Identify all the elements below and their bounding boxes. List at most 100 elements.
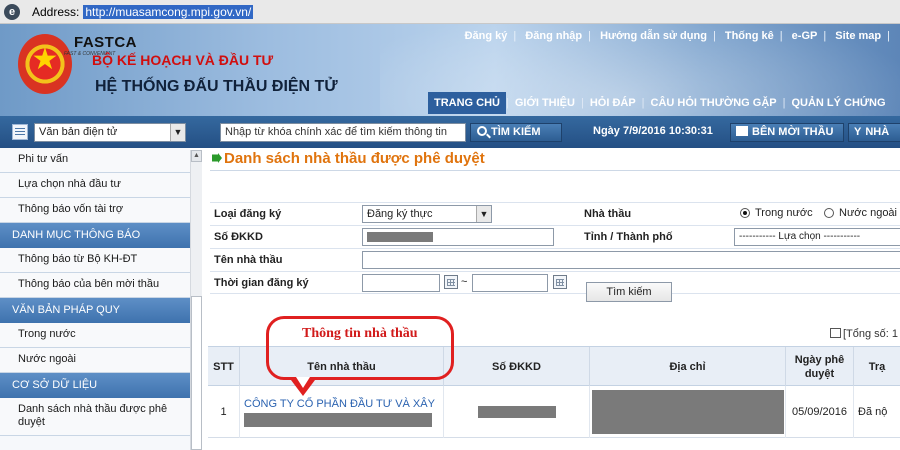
link-statistics[interactable]: Thống kê: [725, 30, 774, 42]
sidebar-item-funding-notice[interactable]: Thông báo vốn tài trợ: [0, 198, 190, 223]
title-divider: [210, 170, 900, 171]
link-guide[interactable]: Hướng dẫn sử dụng: [600, 30, 707, 42]
arrow-right-icon: [212, 153, 222, 163]
date-to-input[interactable]: [472, 274, 548, 292]
link-sitemap[interactable]: Site map: [835, 30, 881, 42]
province-select[interactable]: ----------- Lựa chọn -----------: [734, 228, 900, 246]
bid-inviter-label: BÊN MỜI THẦU: [752, 126, 834, 138]
callout-highlight: [266, 316, 454, 380]
chevron-down-icon[interactable]: ▼: [476, 206, 491, 222]
chevron-down-icon[interactable]: ▼: [170, 124, 185, 141]
sidebar-section-notices: DANH MỤC THÔNG BÁO: [0, 223, 190, 248]
address-bar: e Address: http://muasamcong.mpi.gov.vn/: [0, 0, 900, 24]
page-title-text: Danh sách nhà thầu được phê duyệt: [224, 150, 485, 167]
bid-inviter-button[interactable]: BÊN MỜI THẦU: [730, 123, 844, 142]
sidebar-item-investor-selection[interactable]: Lựa chọn nhà đầu tư: [0, 173, 190, 198]
link-egp[interactable]: e-GP: [792, 30, 818, 42]
contractor-button-label: NHÀ: [865, 126, 890, 138]
redacted-block: [477, 406, 556, 418]
link-login[interactable]: Đăng nhập: [525, 30, 582, 42]
top-links: Đăng ký | Đăng nhập | Hướng dẫn sử dụng | T…: [461, 30, 892, 42]
business-id-label: Số ĐKKD: [214, 231, 263, 243]
sidebar-item-approved-contractors[interactable]: Danh sách nhà thầu được phê duyệt: [0, 398, 190, 436]
calendar-icon[interactable]: [444, 275, 458, 289]
document-type-select[interactable]: Văn bản điện tử ▼: [34, 123, 186, 142]
toolbar: Văn bản điện tử ▼ Nhập từ khóa chính xác…: [0, 116, 900, 148]
reg-type-value: Đăng ký thực: [367, 208, 433, 220]
date-from-input[interactable]: [362, 274, 440, 292]
book-icon: [736, 126, 748, 136]
radio-foreign-label: Nước ngoài: [839, 207, 897, 219]
col-status: Trạ: [868, 361, 886, 373]
range-separator: ~: [461, 276, 468, 288]
sidebar-section-database: CƠ SỞ DỮ LIỆU: [0, 373, 190, 398]
total-count: [Tổng số: 1: [830, 328, 898, 340]
search-form: Loại đăng ký Đăng ký thực ▼ Nhà thầu Tro…: [210, 202, 900, 294]
cell-status: Đã nộ: [858, 406, 888, 418]
print-icon[interactable]: [830, 328, 841, 338]
nav-about[interactable]: GIỚI THIỆU: [509, 92, 581, 114]
contractor-name-input[interactable]: [362, 251, 900, 269]
address-label: Address:: [32, 4, 80, 19]
filter-icon: Y: [854, 126, 862, 138]
contractor-link[interactable]: CÔNG TY CỔ PHẦN ĐẦU TƯ VÀ XÂY: [244, 398, 435, 410]
current-datetime: Ngày 7/9/2016 10:30:31: [593, 125, 713, 137]
separator: |: [887, 30, 890, 42]
business-id-input[interactable]: [362, 228, 554, 246]
reg-type-select[interactable]: Đăng ký thực ▼: [362, 205, 492, 223]
fastca-logo: FASTCA: [74, 34, 137, 51]
cell-business-id: [444, 386, 590, 438]
contractor-name-label: Tên nhà thầu: [214, 254, 283, 266]
sidebar-item-domestic[interactable]: Trong nước: [0, 323, 190, 348]
province-label: Tỉnh / Thành phố: [584, 231, 673, 243]
cell-approval-date: 05/09/2016: [786, 386, 854, 438]
toolbar-search-button[interactable]: TÌM KIẾM: [470, 123, 562, 142]
form-row-reg-time: Thời gian đăng ký ~: [210, 271, 900, 294]
sidebar: Phi tư vấn Lựa chọn nhà đầu tư Thông báo…: [0, 148, 190, 450]
reg-type-label: Loại đăng ký: [214, 208, 282, 220]
col-approval-date: Ngày phê duyệt: [786, 347, 854, 387]
toolbar-search-label: TÌM KIẾM: [491, 126, 541, 138]
search-icon: [477, 126, 487, 136]
contractor-button[interactable]: Y NHÀ: [848, 123, 900, 142]
total-count-text: [Tổng số: 1: [843, 328, 899, 340]
radio-foreign[interactable]: [824, 208, 834, 218]
nav-home[interactable]: TRANG CHỦ: [428, 92, 506, 114]
radio-domestic-label: Trong nước: [755, 207, 813, 219]
radio-domestic[interactable]: [740, 208, 750, 218]
sidebar-scrollbar[interactable]: ▲: [190, 150, 202, 450]
document-type-value: Văn bản điện tử: [39, 126, 118, 138]
form-row-reg-type: Loại đăng ký Đăng ký thực ▼ Nhà thầu Tro…: [210, 202, 900, 225]
national-emblem-icon: ★: [18, 34, 72, 94]
sidebar-item-non-consulting[interactable]: Phi tư vấn: [0, 148, 190, 173]
form-row-business-id: Số ĐKKD Tỉnh / Thành phố ----------- Lựa…: [210, 225, 900, 248]
site-header: ★ FASTCA FAST & CONVENIENT BỘ KẾ HOẠCH V…: [0, 24, 900, 116]
sidebar-item-bidder-notice[interactable]: Thông báo của bên mời thầu: [0, 273, 190, 298]
form-row-contractor-name: Tên nhà thầu: [210, 248, 900, 271]
callout-tail: [291, 377, 315, 396]
address-url[interactable]: http://muasamcong.mpi.gov.vn/: [83, 4, 254, 19]
nav-faq[interactable]: CÂU HỎI THƯỜNG GẶP: [645, 92, 783, 114]
nav-qa[interactable]: HỎI ĐÁP: [584, 92, 642, 114]
main-nav: TRANG CHỦ | GIỚI THIỆU | HỎI ĐÁP | CÂU HỎI …: [428, 92, 892, 114]
scroll-up-icon[interactable]: ▲: [191, 150, 202, 162]
col-business-id: Số ĐKKD: [444, 347, 590, 387]
nav-certificates[interactable]: QUẢN LÝ CHỨNG: [785, 92, 891, 114]
sidebar-section-legal-docs: VĂN BẢN PHÁP QUY: [0, 298, 190, 323]
keyword-search-input[interactable]: Nhập từ khóa chính xác để tìm kiếm thông…: [220, 123, 466, 142]
search-button[interactable]: Tìm kiếm: [586, 282, 672, 302]
ministry-name: BỘ KẾ HOẠCH VÀ ĐẦU TƯ: [92, 52, 274, 68]
link-register[interactable]: Đăng ký: [465, 30, 508, 42]
sidebar-item-foreign[interactable]: Nước ngoài: [0, 348, 190, 373]
scroll-thumb[interactable]: [191, 296, 202, 450]
separator: |: [513, 30, 517, 42]
redacted-block: [367, 232, 433, 242]
separator: |: [823, 30, 827, 42]
cell-stt: 1: [208, 386, 240, 438]
sidebar-item-ministry-notice[interactable]: Thông báo từ Bộ KH-ĐT: [0, 248, 190, 273]
contractor-label: Nhà thầu: [584, 208, 632, 220]
page-title: Danh sách nhà thầu được phê duyệt: [212, 150, 485, 167]
col-stt: STT: [208, 347, 240, 387]
cell-address: [590, 386, 786, 438]
calendar-icon[interactable]: [553, 275, 567, 289]
